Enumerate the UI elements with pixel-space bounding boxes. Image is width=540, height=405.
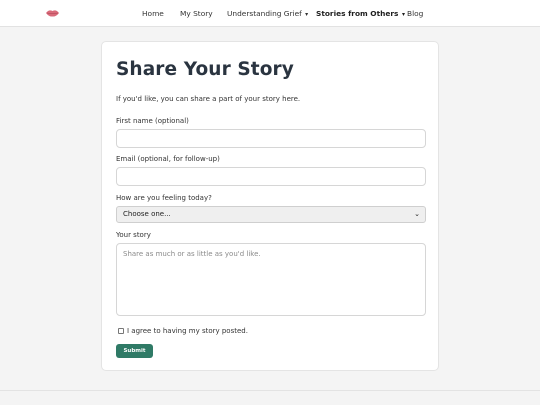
nav-home[interactable]: Home xyxy=(142,9,164,18)
feeling-select[interactable]: Choose one... ⌄ xyxy=(116,206,426,223)
story-textarea[interactable] xyxy=(116,243,426,316)
chevron-down-icon: ⌄ xyxy=(414,210,420,218)
feeling-select-value: Choose one... xyxy=(123,210,171,218)
chevron-down-icon: ▾ xyxy=(305,11,309,18)
nav-my-story[interactable]: My Story xyxy=(180,9,213,18)
nav-understanding-grief-label: Understanding Grief xyxy=(227,9,302,18)
lips-logo-icon[interactable] xyxy=(45,7,60,19)
feeling-label: How are you feeling today? xyxy=(116,194,212,202)
footer-divider xyxy=(0,390,540,391)
intro-text: If you'd like, you can share a part of y… xyxy=(116,95,301,103)
story-label: Your story xyxy=(116,231,151,239)
first-name-field[interactable] xyxy=(116,129,426,148)
top-navbar: Home My Story Understanding Grief ▾ Stor… xyxy=(0,0,540,27)
nav-stories-from-others-label: Stories from Others xyxy=(316,9,399,18)
nav-stories-from-others[interactable]: Stories from Others ▾ xyxy=(316,9,405,18)
nav-blog[interactable]: Blog xyxy=(407,9,423,18)
email-label: Email (optional, for follow-up) xyxy=(116,155,220,163)
share-story-card: Share Your Story If you'd like, you can … xyxy=(101,41,439,371)
email-field[interactable] xyxy=(116,167,426,186)
nav-understanding-grief[interactable]: Understanding Grief ▾ xyxy=(227,9,308,18)
first-name-label: First name (optional) xyxy=(116,117,189,125)
page-title: Share Your Story xyxy=(116,59,294,80)
submit-button[interactable]: Submit xyxy=(116,344,153,358)
consent-label: I agree to having my story posted. xyxy=(127,327,248,335)
consent-checkbox[interactable] xyxy=(118,328,124,334)
chevron-down-icon: ▾ xyxy=(402,11,406,18)
